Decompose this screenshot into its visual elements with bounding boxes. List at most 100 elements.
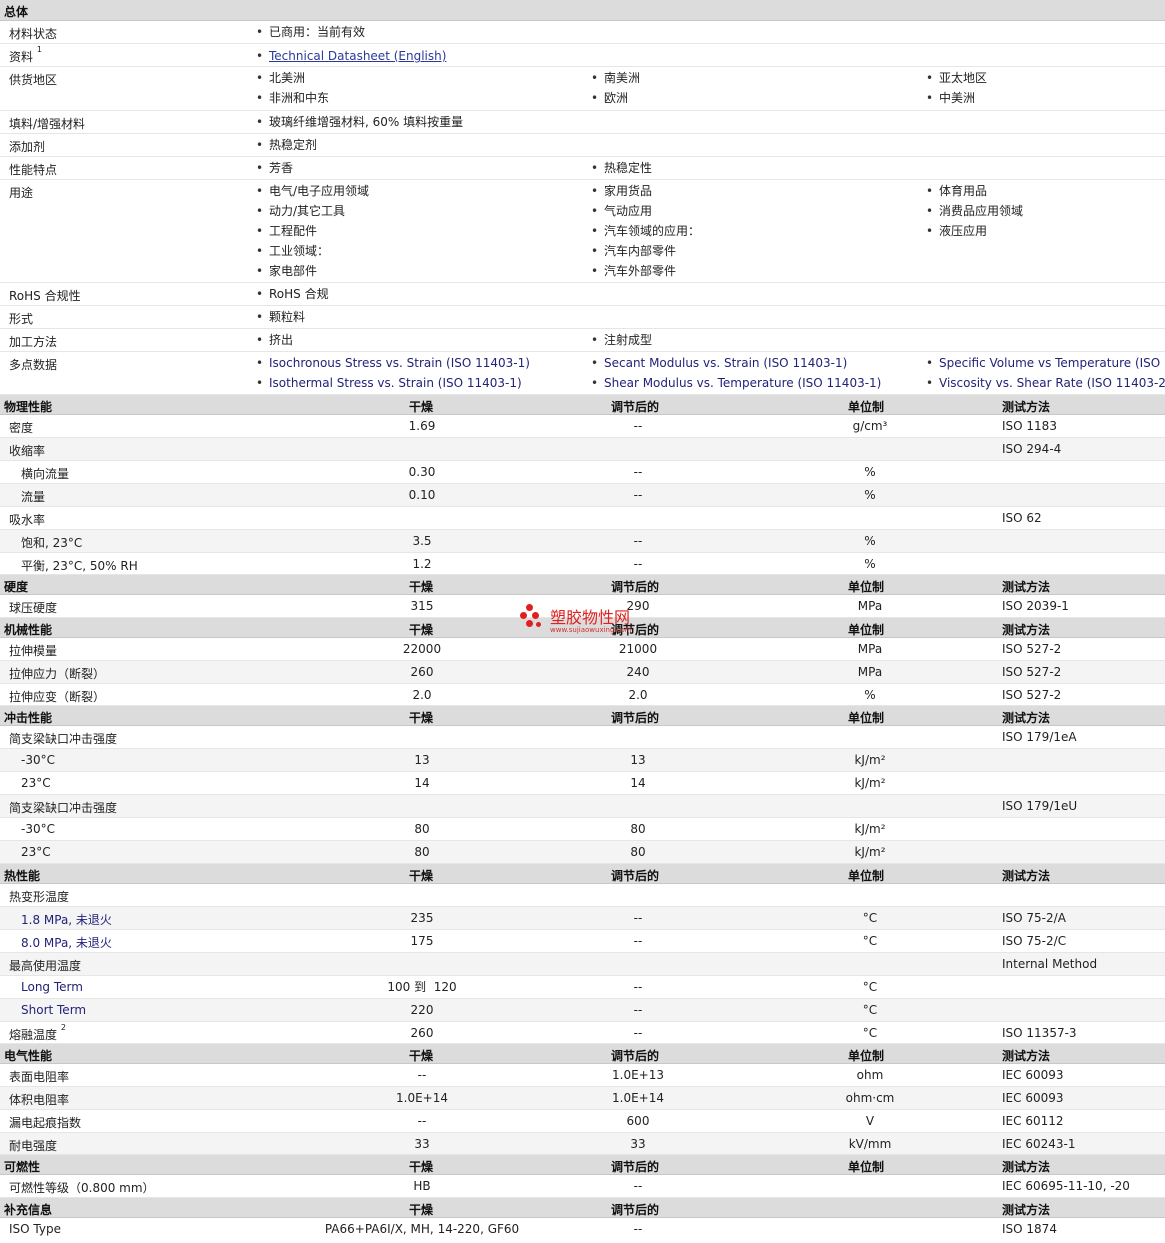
section-header-supplemental: 补充信息 干燥 调节后的 测试方法 <box>0 1198 1165 1218</box>
cell-test-method: ISO 527-2 <box>1002 665 1062 679</box>
cell-conditioned: 1.0E+14 <box>612 1091 664 1105</box>
row-regions: 供货地区 北美洲 南美洲 亚太地区 非洲和中东 欧洲 中美洲 <box>0 67 1165 111</box>
column-header: 电气性能 <box>4 1049 53 1063</box>
row-label: 简支梁缺口冲击强度 <box>9 801 118 815</box>
table-row: 吸水率 ISO 62 <box>0 507 1165 530</box>
table-row: 23°C 14 14 kJ/m² <box>0 772 1165 795</box>
cell-dry: 1.69 <box>408 419 436 433</box>
cell-unit: V <box>865 1114 875 1128</box>
cell-dry: 0.30 <box>408 465 436 479</box>
row-label: ISO Type <box>9 1222 61 1236</box>
cell-unit: % <box>864 465 876 479</box>
cell-conditioned: -- <box>633 1026 643 1040</box>
cell-conditioned: -- <box>633 465 643 479</box>
cell-unit: ohm <box>856 1068 884 1082</box>
row-label: 1.8 MPa, 未退火 <box>21 913 112 927</box>
cell-conditioned: -- <box>633 557 643 571</box>
table-cell: 资料 <box>9 50 34 64</box>
column-header: 调节后的 <box>611 580 660 594</box>
row-label: 23°C <box>21 776 51 790</box>
column-header: 单位制 <box>848 1160 885 1174</box>
table-row: 简支梁缺口冲击强度 ISO 179/1eU <box>0 795 1165 818</box>
list-item: 热稳定性 <box>591 158 652 178</box>
row-label: 密度 <box>9 421 34 435</box>
column-header: 冲击性能 <box>4 711 53 725</box>
row-label: 拉伸应变（断裂） <box>9 690 106 704</box>
cell-dry: 3.5 <box>412 534 432 548</box>
cell-unit: °C <box>862 1026 878 1040</box>
cell-dry: 260 <box>410 665 434 679</box>
table-row: 可燃性等级（0.800 mm） HB -- IEC 60695-11-10, -20 <box>0 1175 1165 1198</box>
cell-dry: 260 <box>410 1026 434 1040</box>
cell-dry: 235 <box>410 911 434 925</box>
row-features: 性能特点 芳香 热稳定性 <box>0 157 1165 180</box>
cell-conditioned: 600 <box>626 1114 650 1128</box>
column-header: 热性能 <box>4 869 41 883</box>
column-header: 测试方法 <box>1002 1049 1051 1063</box>
table-row: 饱和, 23°C 3.5 --% <box>0 530 1165 553</box>
cell-dry: 220 <box>410 1003 434 1017</box>
cell-conditioned: -- <box>633 488 643 502</box>
row-label: 熔融温度 2 <box>9 1023 66 1043</box>
list-item: Viscosity vs. Shear Rate (ISO 11403-2) <box>926 373 1165 393</box>
row-label: RoHS 合规性 <box>9 289 81 303</box>
row-label: 饱和, 23°C <box>21 536 83 550</box>
column-header: 测试方法 <box>1002 711 1051 725</box>
column-header: 调节后的 <box>611 711 660 725</box>
column-header: 干燥 <box>409 580 434 594</box>
table-row: 球压硬度 315 290 MPa ISO 2039-1 <box>0 595 1165 618</box>
row-label: 横向流量 <box>21 467 70 481</box>
row-form: 形式 颗粒料 <box>0 306 1165 329</box>
row-label: 资料 1 <box>9 45 42 65</box>
list-item: 液压应用 <box>926 221 987 241</box>
column-header: 测试方法 <box>1002 580 1051 594</box>
row-label: 体积电阻率 <box>9 1093 70 1107</box>
cell-conditioned: 1.0E+13 <box>612 1068 664 1082</box>
row-documents: 资料 1 Technical Datasheet (English) <box>0 44 1165 67</box>
row-additive: 添加剂 热稳定剂 <box>0 134 1165 157</box>
section-header-mechanical: 机械性能 干燥 调节后的 单位制 测试方法 <box>0 618 1165 638</box>
row-label: 收缩率 <box>9 444 46 458</box>
list-item: 电气/电子应用领域 <box>256 181 369 201</box>
section-header-flammability: 可燃性 干燥 调节后的 单位制 测试方法 <box>0 1155 1165 1175</box>
cell-test-method: ISO 75-2/A <box>1002 911 1066 925</box>
cell-dry: 100 到 120 <box>387 980 457 994</box>
table-row: -30°C 80 80 kJ/m² <box>0 818 1165 841</box>
row-label: 流量 <box>21 490 46 504</box>
column-header: 干燥 <box>409 1203 434 1217</box>
list-item: 芳香 <box>256 158 293 178</box>
list-item: 欧洲 <box>591 88 628 108</box>
list-item: 中美洲 <box>926 88 975 108</box>
additive-value: 热稳定剂 <box>256 135 317 155</box>
list-item: 家用货品 <box>591 181 652 201</box>
cell-dry: 13 <box>414 753 430 767</box>
footnote-marker: 2 <box>60 1023 66 1032</box>
status-value: 已商用：当前有效 <box>256 22 365 42</box>
row-multipoint: 多点数据 Isochronous Stress vs. Strain (ISO … <box>0 352 1165 395</box>
row-label: 平衡, 23°C, 50% RH <box>21 559 138 573</box>
row-label: 简支梁缺口冲击强度 <box>9 732 118 746</box>
cell-unit: % <box>864 488 876 502</box>
row-status: 材料状态 已商用：当前有效 <box>0 21 1165 44</box>
table-row: 漏电起痕指数 -- 600 V IEC 60112 <box>0 1110 1165 1133</box>
row-label: 形式 <box>9 312 34 326</box>
section-header-electrical: 电气性能 干燥 调节后的 单位制 测试方法 <box>0 1044 1165 1064</box>
technical-datasheet-link[interactable]: Technical Datasheet (English) <box>256 46 446 66</box>
table-row: ISO Type PA66+PA6I/X, MH, 14-220, GF60 -- I… <box>0 1218 1165 1241</box>
section-header-general: 总体 <box>0 0 1165 21</box>
table-row: 密度 1.69 -- g/cm³ ISO 1183 <box>0 415 1165 438</box>
cell-unit: kJ/m² <box>854 822 886 836</box>
cell-test-method: ISO 1183 <box>1002 419 1057 433</box>
cell-test-method: ISO 1874 <box>1002 1222 1057 1236</box>
cell-test-method: ISO 2039-1 <box>1002 599 1069 613</box>
cell-conditioned: 240 <box>626 665 650 679</box>
cell-test-method: ISO 179/1eA <box>1002 730 1077 744</box>
cell-conditioned: -- <box>633 1003 643 1017</box>
footnote-marker: 1 <box>36 45 42 54</box>
list-item: Isothermal Stress vs. Strain (ISO 11403-… <box>256 373 522 393</box>
cell-conditioned: 21000 <box>618 642 658 656</box>
list-item: 汽车领域的应用： <box>591 221 700 241</box>
rohs-value: RoHS 合规 <box>256 284 329 304</box>
row-label: 拉伸应力（断裂） <box>9 667 106 681</box>
cell-conditioned: -- <box>633 534 643 548</box>
